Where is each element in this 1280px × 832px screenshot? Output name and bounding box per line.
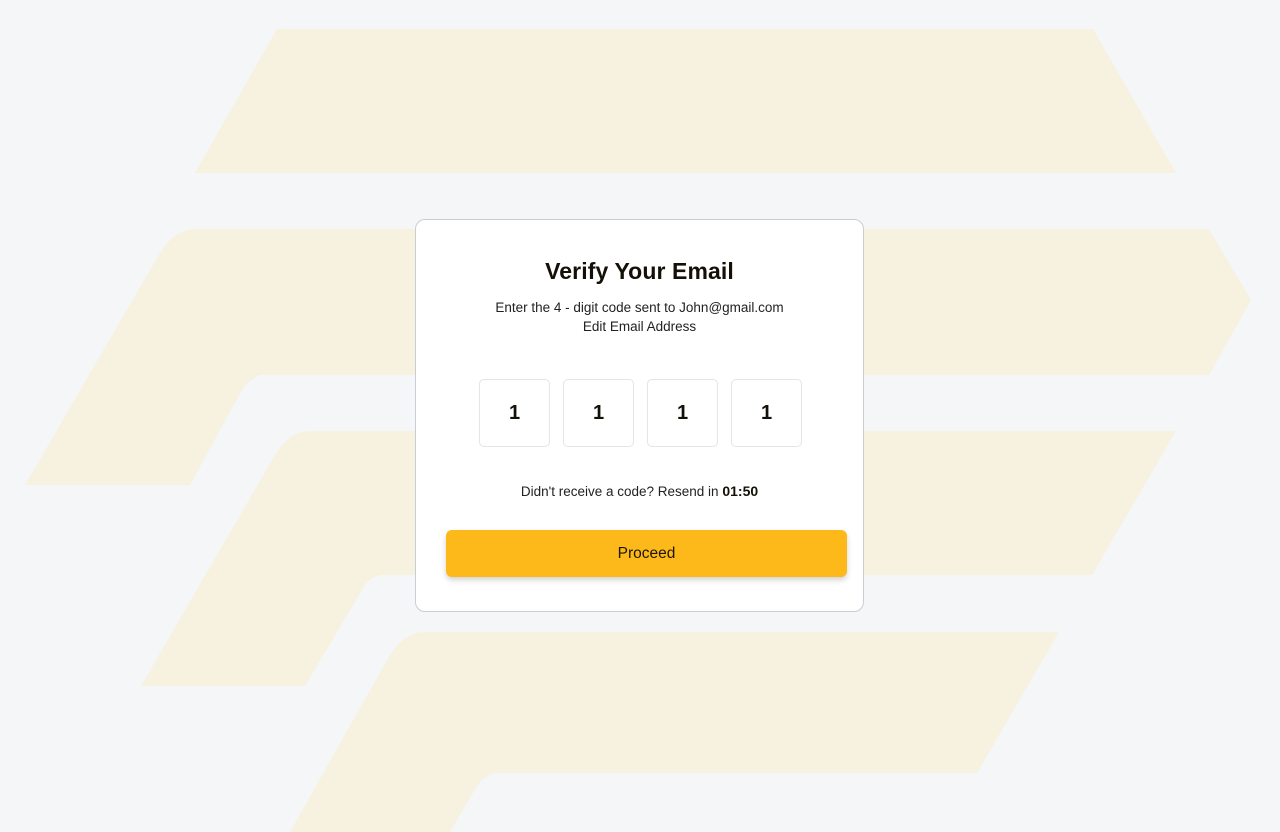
code-sent-message: Enter the 4 - digit code sent to John@gm…: [495, 300, 784, 315]
page-title: Verify Your Email: [545, 258, 734, 284]
otp-digit-1[interactable]: [479, 379, 550, 447]
otp-code-inputs: [479, 379, 802, 447]
resend-code-text: Didn't receive a code? Resend in 01:50: [416, 483, 863, 499]
otp-digit-2[interactable]: [563, 379, 634, 447]
otp-digit-3[interactable]: [647, 379, 718, 447]
otp-digit-4[interactable]: [731, 379, 802, 447]
edit-email-link[interactable]: Edit Email Address: [416, 319, 863, 334]
background-stripe: [195, 29, 1176, 173]
verify-email-card: Verify Your Email Enter the 4 - digit co…: [415, 219, 864, 612]
background-stripe: [290, 632, 1059, 832]
resend-timer: 01:50: [722, 483, 759, 499]
proceed-button[interactable]: Proceed: [446, 530, 847, 577]
resend-prefix: Didn't receive a code? Resend in: [520, 484, 719, 499]
